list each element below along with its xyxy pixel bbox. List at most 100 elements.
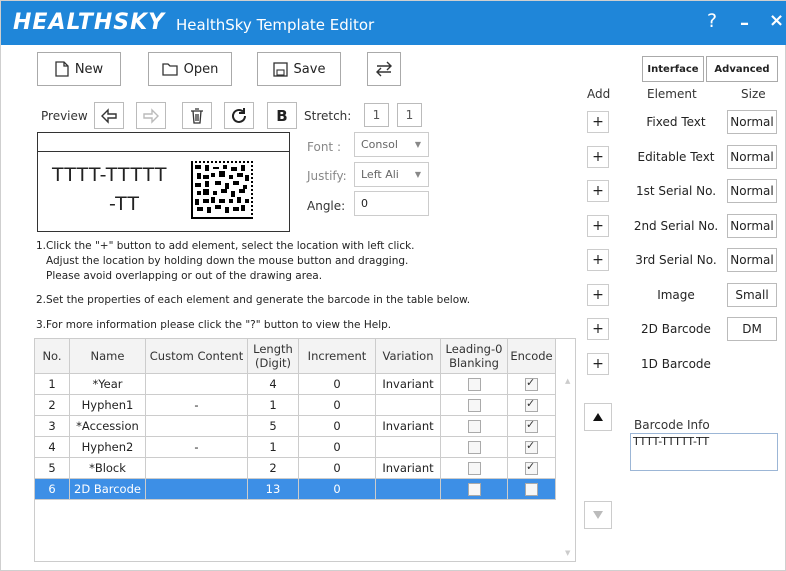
cell-custom[interactable]: - xyxy=(145,394,248,416)
swap-button[interactable] xyxy=(367,52,401,86)
stretch-x-field[interactable]: 1 xyxy=(364,103,389,127)
cell-name[interactable]: *Accession xyxy=(69,415,146,437)
add-element-button[interactable]: + xyxy=(587,180,609,202)
minimize-button[interactable]: – xyxy=(740,13,749,34)
cell-no[interactable]: 5 xyxy=(34,457,70,479)
element-size-button[interactable]: Normal xyxy=(727,144,777,169)
add-element-button[interactable]: + xyxy=(587,111,609,133)
cell-increment[interactable]: 0 xyxy=(298,415,376,437)
cell-name[interactable]: *Year xyxy=(69,373,146,395)
cell-custom[interactable] xyxy=(145,478,248,500)
scroll-down-icon[interactable]: ▼ xyxy=(565,549,570,557)
cell-custom[interactable] xyxy=(145,373,248,395)
cell-increment[interactable]: 0 xyxy=(298,436,376,458)
table-row[interactable]: 3 *Accession 5 0 Invariant xyxy=(34,415,556,437)
barcode-info-field[interactable]: TTTT-TTTTT-TT xyxy=(630,433,778,471)
add-element-button[interactable]: + xyxy=(587,249,609,271)
table-row[interactable]: 4 Hyphen2-1 0 xyxy=(34,436,556,458)
cell-no[interactable]: 6 xyxy=(34,478,70,500)
cell-length[interactable]: 1 xyxy=(247,436,299,458)
scroll-up-icon[interactable]: ▲ xyxy=(565,377,570,385)
open-button[interactable]: Open xyxy=(148,52,232,86)
cell-no[interactable]: 1 xyxy=(34,373,70,395)
cell-variation[interactable] xyxy=(375,478,441,500)
encode-checkbox[interactable] xyxy=(525,439,538,454)
encode-checkbox[interactable] xyxy=(525,397,538,412)
table-row[interactable]: 5 *Block 2 0 Invariant xyxy=(34,457,556,479)
preview-canvas[interactable]: TTTT-TTTTT -TT xyxy=(37,132,290,232)
header-variation[interactable]: Variation xyxy=(375,338,441,374)
cell-length[interactable]: 5 xyxy=(247,415,299,437)
cell-name[interactable]: Hyphen2 xyxy=(69,436,146,458)
cell-length[interactable]: 4 xyxy=(247,373,299,395)
cell-custom[interactable]: - xyxy=(145,436,248,458)
cell-increment[interactable]: 0 xyxy=(298,457,376,479)
cell-variation[interactable] xyxy=(375,436,441,458)
justify-select[interactable]: Left Ali ▼ xyxy=(354,162,429,187)
encode-checkbox[interactable] xyxy=(525,460,538,475)
rotate-button[interactable] xyxy=(224,102,254,129)
undo-button[interactable] xyxy=(94,102,124,129)
cell-variation[interactable]: Invariant xyxy=(375,373,441,395)
table-scrollbar[interactable]: ▲ ▼ xyxy=(562,373,575,561)
cell-length[interactable]: 1 xyxy=(247,394,299,416)
angle-input[interactable]: 0 xyxy=(354,191,429,216)
element-size-button[interactable]: Normal xyxy=(727,213,777,238)
header-leading-blanking[interactable]: Leading-0 Blanking xyxy=(440,338,508,374)
leading-checkbox[interactable] xyxy=(467,378,481,391)
cell-increment[interactable]: 0 xyxy=(298,373,376,395)
element-size-button[interactable]: Normal xyxy=(727,110,777,134)
add-element-button[interactable]: + xyxy=(587,145,609,168)
save-button[interactable]: Save xyxy=(257,52,341,86)
leading-checkbox[interactable] xyxy=(467,441,481,454)
leading-checkbox[interactable] xyxy=(467,420,481,433)
cell-name[interactable]: *Block xyxy=(69,457,146,479)
leading-checkbox[interactable] xyxy=(467,483,481,496)
cell-increment[interactable]: 0 xyxy=(298,478,376,500)
font-select[interactable]: Consol ▼ xyxy=(354,132,429,157)
cell-variation[interactable] xyxy=(375,394,441,416)
header-custom-content[interactable]: Custom Content xyxy=(145,338,248,374)
close-button[interactable]: × xyxy=(769,10,784,31)
table-row[interactable]: 1 *Year 4 0 Invariant xyxy=(34,373,556,395)
header-increment[interactable]: Increment xyxy=(298,338,376,374)
encode-checkbox[interactable] xyxy=(525,418,538,433)
add-element-button[interactable]: + xyxy=(587,283,609,306)
cell-custom[interactable] xyxy=(145,457,248,479)
cell-name[interactable]: Hyphen1 xyxy=(69,394,146,416)
add-element-button[interactable]: + xyxy=(587,214,609,237)
element-size-button[interactable]: Small xyxy=(727,282,777,307)
header-length[interactable]: Length (Digit) xyxy=(247,338,299,374)
header-no[interactable]: No. xyxy=(34,338,70,374)
add-element-button[interactable]: + xyxy=(587,352,609,375)
cell-no[interactable]: 3 xyxy=(34,415,70,437)
cell-no[interactable]: 4 xyxy=(34,436,70,458)
cell-variation[interactable]: Invariant xyxy=(375,415,441,437)
cell-length[interactable]: 13 xyxy=(247,478,299,500)
advanced-button[interactable]: Advanced xyxy=(706,56,778,82)
interface-button[interactable]: Interface xyxy=(642,56,704,82)
element-size-button[interactable]: Normal xyxy=(727,248,777,272)
stretch-y-field[interactable]: 1 xyxy=(397,103,422,127)
add-element-button[interactable]: + xyxy=(587,318,609,340)
cell-length[interactable]: 2 xyxy=(247,457,299,479)
cell-name[interactable]: 2D Barcode xyxy=(69,478,146,500)
cell-custom[interactable] xyxy=(145,415,248,437)
cell-variation[interactable]: Invariant xyxy=(375,457,441,479)
table-row[interactable]: 2 Hyphen1-1 0 xyxy=(34,394,556,416)
element-size-button[interactable]: Normal xyxy=(727,179,777,203)
redo-button[interactable] xyxy=(136,102,166,129)
new-button[interactable]: New xyxy=(37,52,121,86)
header-name[interactable]: Name xyxy=(69,338,146,374)
delete-button[interactable] xyxy=(182,102,212,129)
bold-button[interactable]: B xyxy=(267,102,297,129)
table-row[interactable]: 6 2D Barcode 13 0 xyxy=(34,478,556,500)
move-up-button[interactable] xyxy=(584,403,612,431)
leading-checkbox[interactable] xyxy=(467,462,481,475)
leading-checkbox[interactable] xyxy=(467,399,481,412)
encode-checkbox[interactable] xyxy=(525,483,538,496)
element-size-button[interactable]: DM xyxy=(727,317,777,341)
cell-no[interactable]: 2 xyxy=(34,394,70,416)
move-down-button[interactable] xyxy=(584,501,612,529)
cell-increment[interactable]: 0 xyxy=(298,394,376,416)
